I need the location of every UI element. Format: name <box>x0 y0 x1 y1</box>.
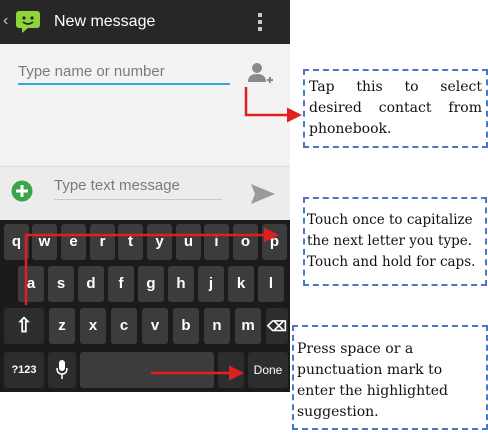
sms-app-icon[interactable] <box>14 9 42 33</box>
key-j[interactable]: j <box>198 266 224 302</box>
key-e[interactable]: e <box>61 224 86 260</box>
callout-contact: Tap this to select desired contact from … <box>303 69 488 148</box>
message-input[interactable]: Type text message <box>54 177 222 200</box>
key-s[interactable]: s <box>48 266 74 302</box>
key-m[interactable]: m <box>235 308 261 344</box>
key-l[interactable]: l <box>258 266 284 302</box>
key-n[interactable]: n <box>204 308 230 344</box>
key-o[interactable]: o <box>233 224 258 260</box>
key-y[interactable]: y <box>147 224 172 260</box>
microphone-icon <box>56 360 68 379</box>
key-a[interactable]: a <box>18 266 44 302</box>
key-q[interactable]: q <box>4 224 29 260</box>
done-key[interactable]: Done <box>248 352 288 388</box>
key-w[interactable]: w <box>32 224 57 260</box>
microphone-key[interactable] <box>48 352 76 388</box>
key-r[interactable]: r <box>90 224 115 260</box>
key-i[interactable]: i <box>204 224 229 260</box>
recipient-input[interactable]: Type name or number <box>18 63 230 85</box>
key-t[interactable]: t <box>118 224 143 260</box>
add-attachment-icon[interactable] <box>11 180 33 202</box>
key-c[interactable]: c <box>111 308 137 344</box>
symbols-key[interactable]: ?123 <box>4 352 44 388</box>
shift-key[interactable]: ⇧ <box>4 308 44 344</box>
callout-space-text: Press space or a punctuation mark to ent… <box>297 341 449 420</box>
keyboard: q w e r t y u i o p a s d f g h j k l ⇧ … <box>0 220 290 392</box>
key-g[interactable]: g <box>138 266 164 302</box>
add-contact-icon[interactable] <box>246 60 274 88</box>
phone-screen: ‹ New message Type name or number Type t… <box>0 0 290 392</box>
overflow-menu-icon[interactable] <box>258 13 262 33</box>
punctuation-key[interactable] <box>218 352 244 388</box>
page-title: New message <box>54 13 156 30</box>
delete-key[interactable]: ⌫ <box>266 308 288 344</box>
key-d[interactable]: d <box>78 266 104 302</box>
key-v[interactable]: v <box>142 308 168 344</box>
key-b[interactable]: b <box>173 308 199 344</box>
callout-shift-text: Touch once to capitalize the next letter… <box>307 212 476 270</box>
key-k[interactable]: k <box>228 266 254 302</box>
space-key[interactable] <box>80 352 214 388</box>
key-x[interactable]: x <box>80 308 106 344</box>
callout-contact-text: Tap this to select desired contact from … <box>309 79 482 137</box>
key-p[interactable]: p <box>262 224 287 260</box>
key-h[interactable]: h <box>168 266 194 302</box>
callout-shift: Touch once to capitalize the next letter… <box>303 197 487 286</box>
key-u[interactable]: u <box>176 224 201 260</box>
key-f[interactable]: f <box>108 266 134 302</box>
back-button[interactable]: ‹ <box>3 12 8 30</box>
callout-space: Press space or a punctuation mark to ent… <box>292 325 488 430</box>
key-z[interactable]: z <box>49 308 75 344</box>
send-icon[interactable] <box>250 183 276 205</box>
